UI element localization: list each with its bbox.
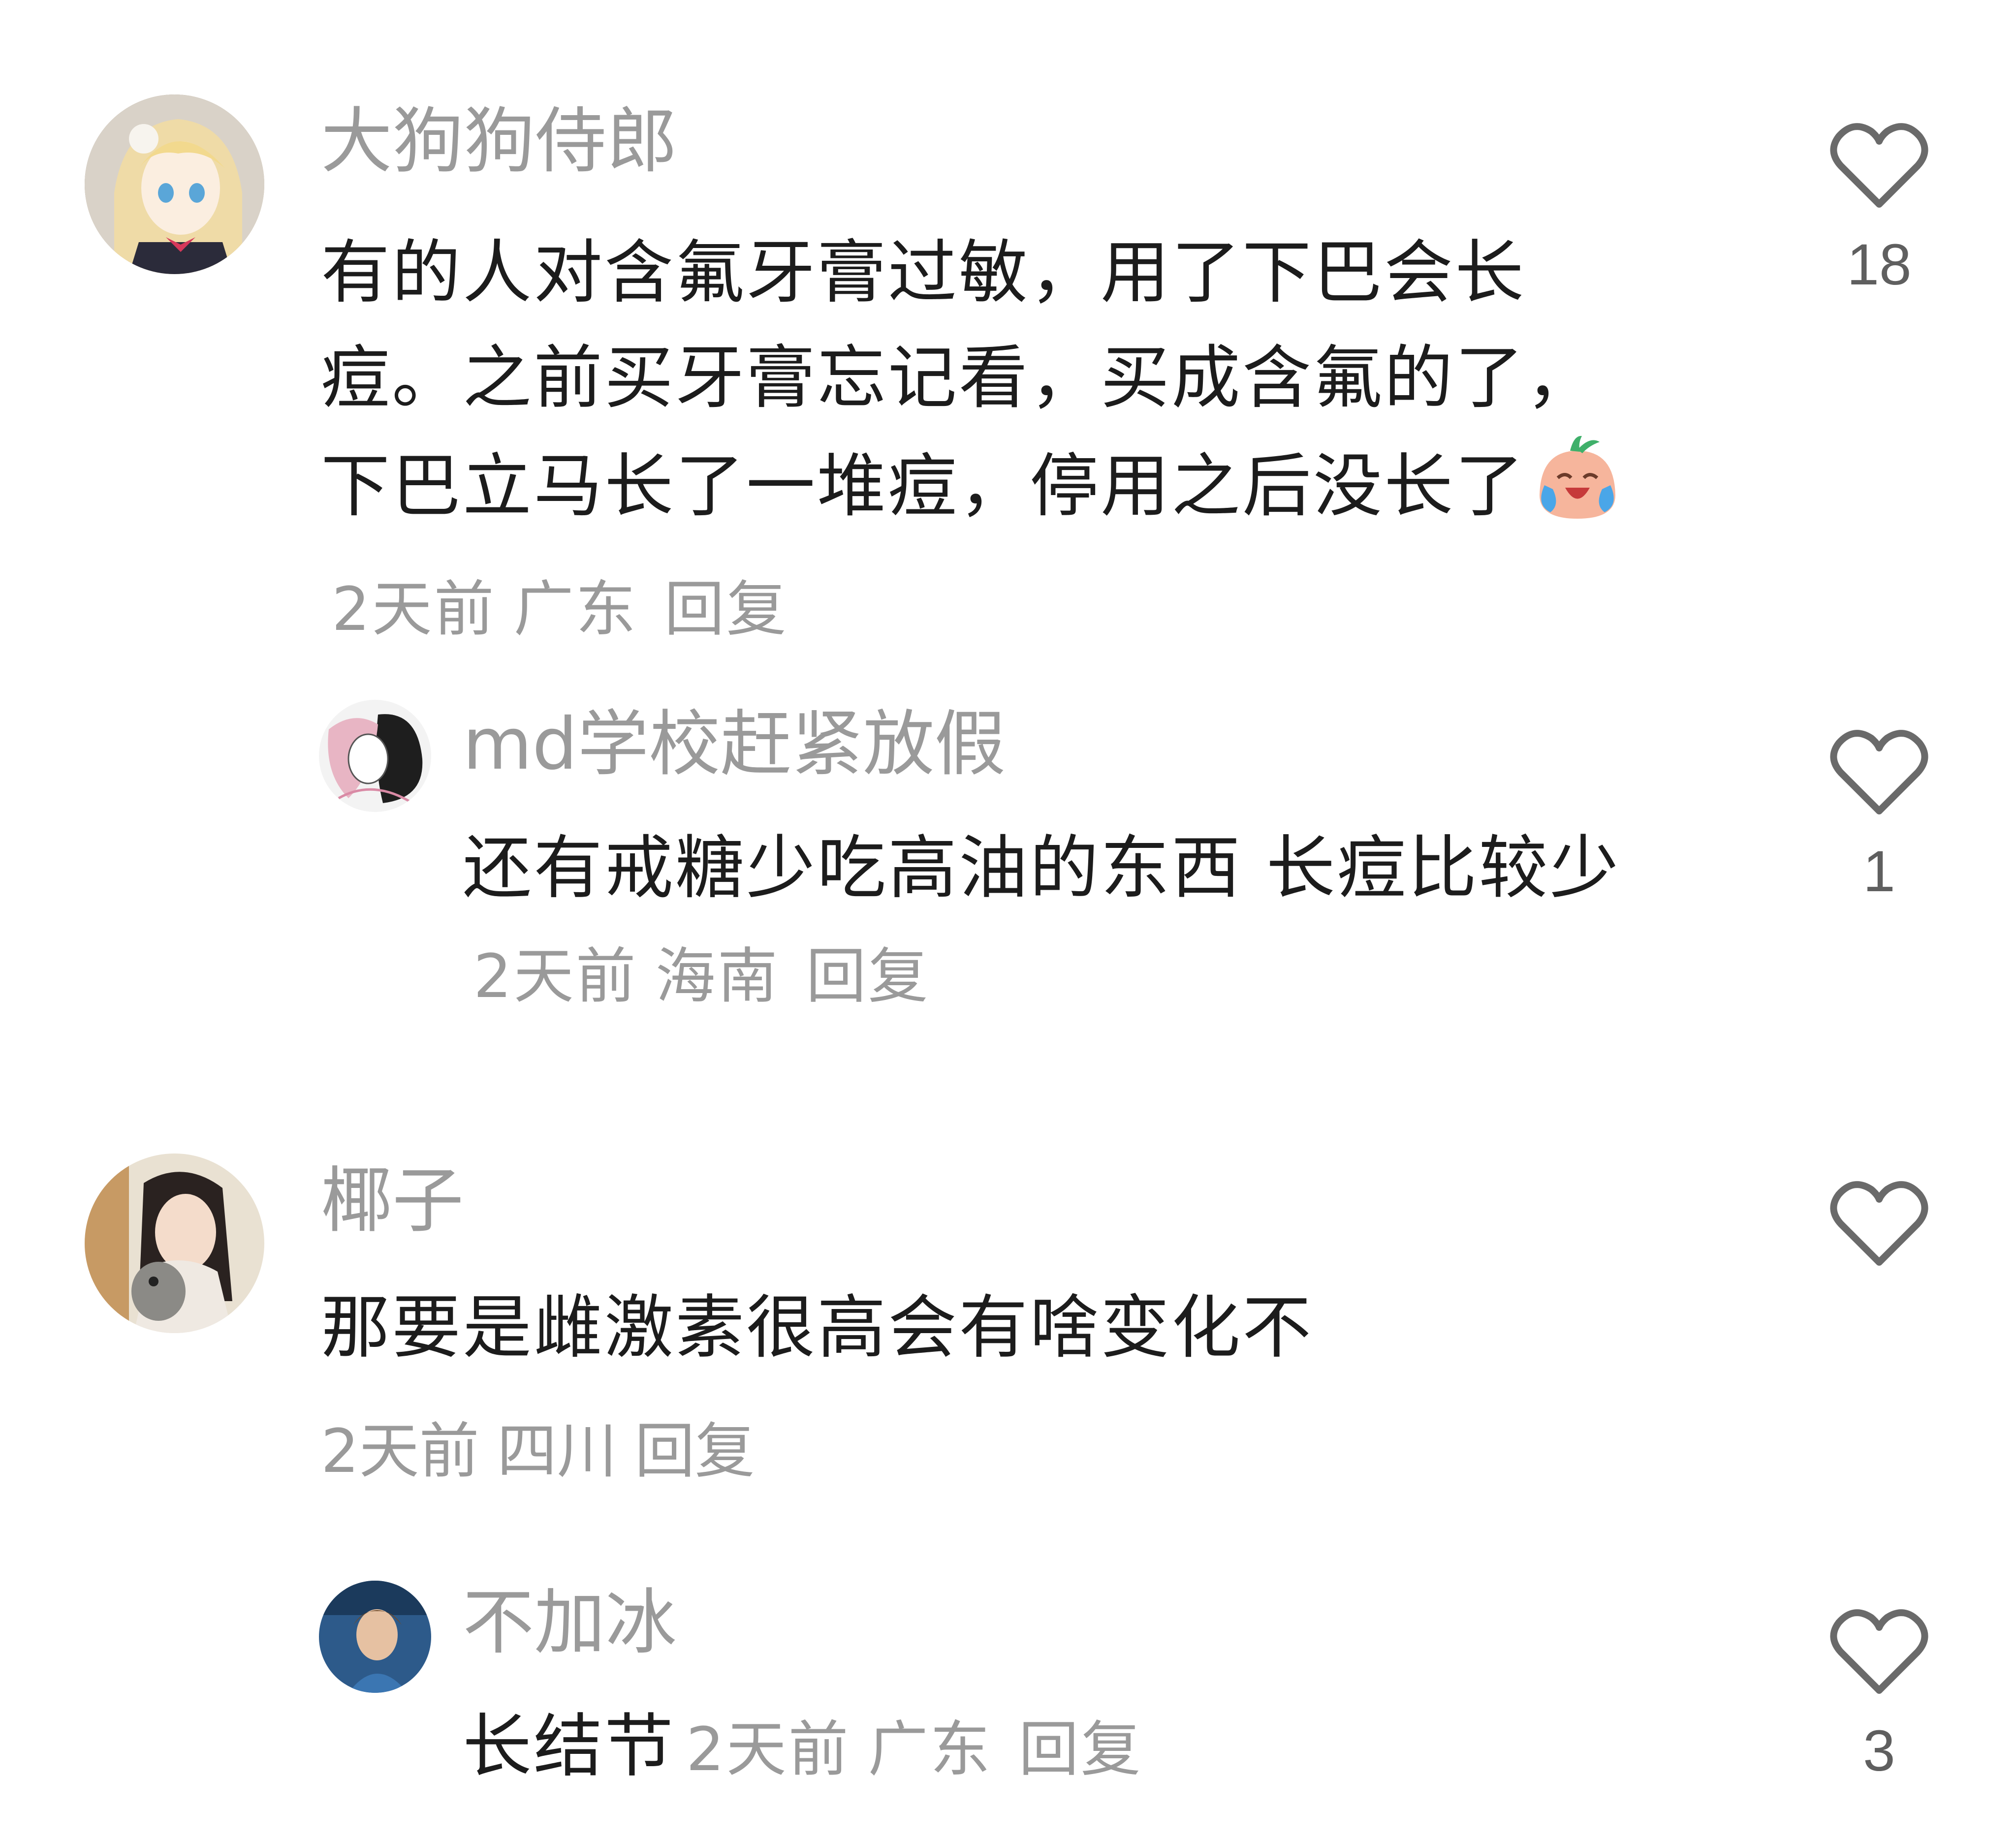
avatar[interactable] <box>85 1153 264 1333</box>
reply-location: 海南 <box>655 941 780 1011</box>
comment-text: 有的人对含氟牙膏过敏，用了下巴会长痘。之前买牙膏忘记看，买成含氟的了，下巴立马长… <box>321 220 1660 662</box>
avatar-photo-image <box>319 1581 431 1693</box>
reply-body: 长结节 <box>463 1707 676 1787</box>
reply-meta: 2天前 广东 回复 <box>686 1714 1161 1784</box>
like-count: 1 <box>1863 839 1895 904</box>
reply-username[interactable]: 不加冰 <box>463 1587 677 1658</box>
comment-meta: 2天前 广东 回复 <box>332 574 806 644</box>
reply-body: 还有戒糖少吃高油的东西 长痘比较少 <box>463 828 1621 908</box>
avatar-anime-girl-image <box>85 94 264 274</box>
heart-icon <box>1830 1609 1928 1694</box>
comment-location: 广东 <box>513 574 638 644</box>
avatar[interactable] <box>85 94 264 274</box>
comment-body: 那要是雌激素很高会有啥变化不 <box>321 1288 1314 1368</box>
crying-laughing-face-icon <box>1531 431 1624 554</box>
avatar-photo-image <box>85 1153 264 1333</box>
comment-username[interactable]: 大狗狗侍郎 <box>321 106 678 177</box>
reply-meta: 2天前 海南 回复 <box>473 941 948 1011</box>
avatar[interactable] <box>319 700 431 812</box>
reply-text: 还有戒糖少吃高油的东西 长痘比较少 2天前 海南 回复 <box>463 816 1664 1029</box>
comment-meta: 2天前 四川 回复 <box>321 1421 773 1481</box>
comment-body: 有的人对含氟牙膏过敏，用了下巴会长痘。之前买牙膏忘记看，买成含氟的了，下巴立马长… <box>321 233 1597 527</box>
reply-time: 2天前 <box>473 941 638 1011</box>
comment-location: 四川 <box>497 1416 617 1486</box>
heart-icon <box>1830 730 1928 814</box>
like-button[interactable]: 1 <box>1830 727 1928 901</box>
avatar[interactable] <box>319 1581 431 1693</box>
reply-button[interactable]: 回复 <box>806 941 930 1011</box>
like-button[interactable]: 18 <box>1830 121 1928 294</box>
like-count: 18 <box>1847 232 1912 297</box>
reply-username[interactable]: md学校赶紧放假 <box>463 709 1006 780</box>
like-button[interactable]: 3 <box>1830 1607 1928 1780</box>
reply-button[interactable]: 回复 <box>1019 1714 1143 1784</box>
comment-username[interactable]: 椰子 <box>321 1165 464 1237</box>
comment-time: 2天前 <box>321 1416 479 1486</box>
comment-text: 那要是雌激素很高会有啥变化不 <box>321 1276 1660 1381</box>
like-button[interactable] <box>1830 1179 1928 1267</box>
reply-location: 广东 <box>868 1714 992 1784</box>
heart-icon <box>1830 123 1928 208</box>
reply-text: 长结节 2天前 广东 回复 <box>463 1694 1664 1802</box>
reply-button[interactable]: 回复 <box>664 574 788 644</box>
reply-time: 2天前 <box>686 1714 850 1784</box>
comment-time: 2天前 <box>332 574 496 644</box>
avatar-sketch-image <box>319 700 431 812</box>
like-count: 3 <box>1863 1718 1895 1783</box>
heart-icon <box>1830 1181 1928 1266</box>
reply-button[interactable]: 回复 <box>635 1416 755 1486</box>
